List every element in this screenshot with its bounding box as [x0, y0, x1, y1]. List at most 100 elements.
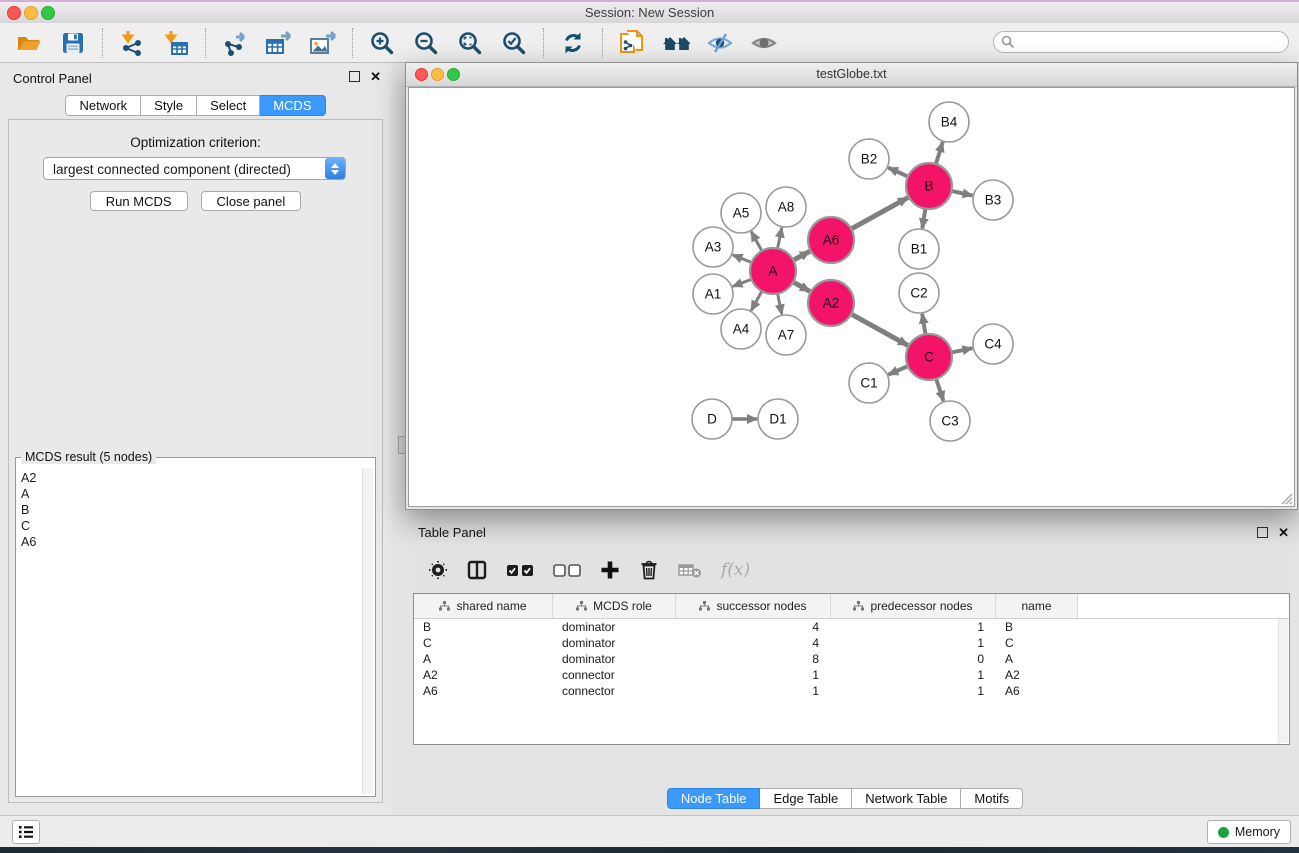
table-cell: 1 [676, 683, 831, 699]
graph-node-label: B4 [941, 115, 958, 130]
close-panel-icon[interactable]: ✕ [1278, 527, 1289, 538]
edge-C-C1 [888, 366, 908, 375]
column-header-shared-name[interactable]: shared name [414, 594, 553, 618]
table-scrollbar[interactable] [1278, 619, 1288, 743]
save-floppy-icon[interactable] [59, 29, 87, 57]
graph-node-label: A6 [823, 233, 840, 248]
edge-A-A2 [793, 282, 810, 291]
export-table-icon[interactable] [265, 29, 293, 57]
table-cell: connector [553, 683, 676, 699]
table-row[interactable]: A2connector11A2 [414, 667, 1289, 683]
result-item[interactable]: A6 [21, 534, 361, 550]
hide-eye-slash-icon[interactable] [706, 29, 734, 57]
import-network-icon[interactable] [118, 29, 146, 57]
new-network-document-icon[interactable] [618, 29, 646, 57]
optimization-criterion-dropdown[interactable]: largest connected component (directed) [43, 157, 346, 180]
tab-select[interactable]: Select [197, 95, 260, 116]
dropdown-value: largest connected component (directed) [53, 162, 291, 177]
task-history-button[interactable] [12, 820, 40, 844]
select-all-checkboxes-icon[interactable] [506, 563, 534, 577]
control-panel: Control Panel ✕ NetworkStyleSelectMCDS O… [0, 63, 391, 815]
tab-edge-table[interactable]: Edge Table [760, 788, 852, 809]
tab-style[interactable]: Style [141, 95, 197, 116]
graph-node-label: D [707, 412, 717, 427]
import-table-icon[interactable] [162, 29, 190, 57]
graph-node-label: C [924, 350, 934, 365]
network-window-titlebar[interactable]: testGlobe.txt [406, 63, 1297, 87]
window-resize-grip[interactable] [1278, 490, 1293, 505]
table-cell: 1 [831, 683, 996, 699]
run-mcds-button[interactable]: Run MCDS [90, 191, 188, 211]
table-panel: Table Panel ✕ [391, 519, 1299, 815]
mcds-result-list: A2ABCA6 [18, 470, 361, 794]
search-icon [1001, 35, 1015, 49]
result-item[interactable]: A2 [21, 470, 361, 486]
main-toolbar [0, 23, 1299, 63]
zoom-selected-icon[interactable] [500, 29, 528, 57]
result-scrollbar[interactable] [362, 468, 373, 794]
desktop-background-strip [0, 847, 1299, 853]
list-icon [18, 825, 34, 839]
column-header-predecessor-nodes[interactable]: predecessor nodes [831, 594, 996, 618]
function-builder-icon-disabled: f(x) [721, 560, 750, 580]
table-row[interactable]: A6connector11A6 [414, 683, 1289, 699]
search-input[interactable] [993, 31, 1289, 53]
table-cell: connector [553, 667, 676, 683]
delete-trash-icon[interactable] [639, 559, 659, 581]
refresh-icon[interactable] [559, 29, 587, 57]
tab-network[interactable]: Network [65, 95, 141, 116]
graph-node-label: C4 [984, 337, 1002, 352]
result-item[interactable]: A [21, 486, 361, 502]
graph-node-label: C1 [860, 376, 877, 391]
control-panel-tabs: NetworkStyleSelectMCDS [0, 95, 391, 116]
memory-button[interactable]: Memory [1207, 820, 1291, 844]
table-cell: 1 [831, 619, 996, 635]
tab-mcds[interactable]: MCDS [260, 95, 325, 116]
table-row[interactable]: Adominator80A [414, 651, 1289, 667]
edge-B-B3 [951, 191, 972, 196]
edge-B-B1 [922, 209, 925, 229]
table-cell: 1 [831, 635, 996, 651]
column-header-successor-nodes[interactable]: successor nodes [676, 594, 831, 618]
export-image-icon[interactable] [309, 29, 337, 57]
home-pair-icon[interactable] [662, 29, 690, 57]
tab-node-table[interactable]: Node Table [667, 788, 761, 809]
zoom-in-icon[interactable] [368, 29, 396, 57]
memory-status-dot [1218, 827, 1229, 838]
table-cell: A2 [996, 667, 1078, 683]
zoom-out-icon[interactable] [412, 29, 440, 57]
float-panel-icon[interactable] [349, 71, 360, 82]
tab-network-table[interactable]: Network Table [852, 788, 961, 809]
edge-A-A7 [778, 294, 782, 315]
table-settings-gear-icon[interactable] [428, 560, 448, 580]
table-cell: B [414, 619, 553, 635]
close-panel-button[interactable]: Close panel [201, 191, 302, 211]
table-cell: A6 [996, 683, 1078, 699]
float-panel-icon[interactable] [1257, 527, 1268, 538]
edge-A-A8 [778, 228, 782, 249]
column-header-MCDS-role[interactable]: MCDS role [553, 594, 676, 618]
graph-node-label: C2 [910, 286, 927, 301]
network-graph: B4B2BB3A5A8A6B1A3AA1C2A2A4A7C4CC1DD1C3 [409, 88, 1296, 508]
add-column-plus-icon[interactable] [600, 560, 620, 580]
zoom-fit-icon[interactable] [456, 29, 484, 57]
column-header-name[interactable]: name [996, 594, 1078, 618]
result-item[interactable]: C [21, 518, 361, 534]
edge-C-C4 [952, 348, 973, 352]
split-columns-icon[interactable] [467, 560, 487, 580]
edge-A-A3 [732, 255, 751, 263]
table-row[interactable]: Bdominator41B [414, 619, 1289, 635]
export-network-icon[interactable] [221, 29, 249, 57]
tab-motifs[interactable]: Motifs [961, 788, 1023, 809]
mcds-panel-body: Optimization criterion: largest connecte… [8, 119, 383, 803]
close-panel-icon[interactable]: ✕ [370, 71, 381, 82]
show-eye-icon[interactable] [750, 29, 778, 57]
open-folder-icon[interactable] [15, 29, 43, 57]
network-canvas[interactable]: B4B2BB3A5A8A6B1A3AA1C2A2A4A7C4CC1DD1C3 [408, 87, 1295, 507]
table-row[interactable]: Cdominator41C [414, 635, 1289, 651]
mcds-result-box: MCDS result (5 nodes) A2ABCA6 [15, 457, 376, 797]
graph-node-label: A8 [778, 200, 795, 215]
deselect-all-checkboxes-icon[interactable] [553, 563, 581, 577]
result-item[interactable]: B [21, 502, 361, 518]
delete-table-icon-disabled [678, 562, 702, 578]
